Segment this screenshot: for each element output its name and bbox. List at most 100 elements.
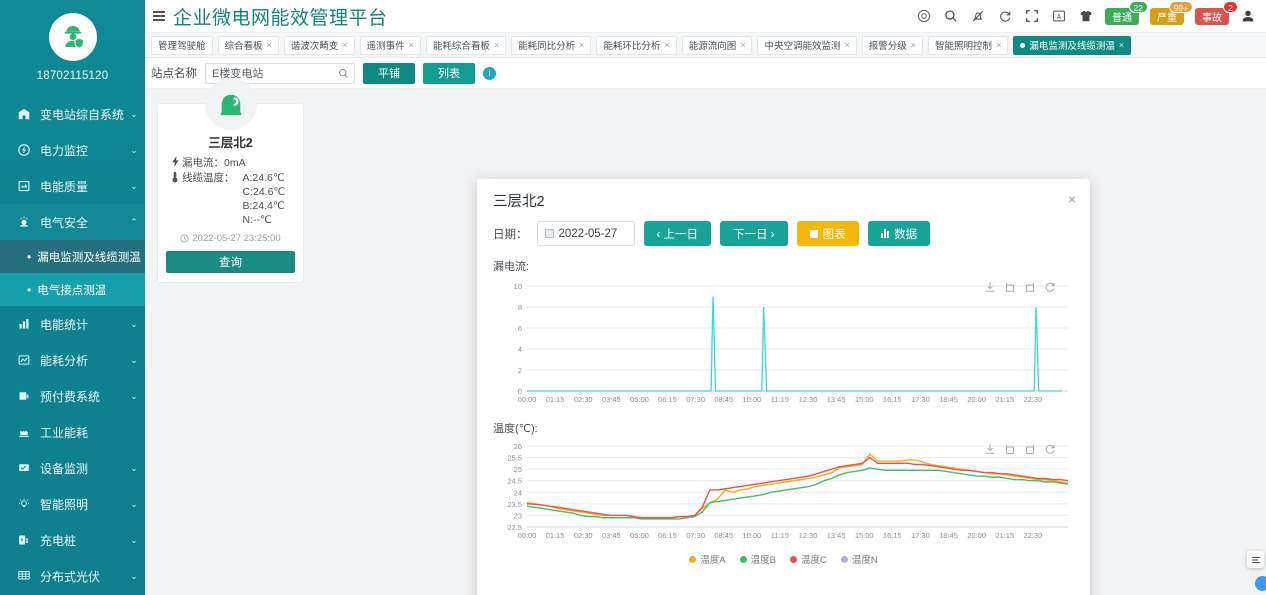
tab-comprehensive-board[interactable]: 综合看板 × xyxy=(218,36,279,55)
svg-text:12:30: 12:30 xyxy=(799,531,818,540)
svg-text:4: 4 xyxy=(518,345,522,354)
legend-item-temp-b[interactable]: 温度B xyxy=(740,552,776,566)
close-icon[interactable]: × xyxy=(664,40,669,50)
cable-temperature-label: 线缆温度： xyxy=(182,171,235,227)
svg-text:22:30: 22:30 xyxy=(1023,531,1042,540)
chart-view-button[interactable]: 图表 xyxy=(797,221,859,246)
alarm-badge-accident[interactable]: 事故 2 xyxy=(1195,8,1229,25)
sidebar-item-electrical-safety[interactable]: 电气安全 ⌃ xyxy=(0,204,145,240)
close-icon[interactable]: × xyxy=(579,40,584,50)
alarm-badge-normal[interactable]: 普通 22 xyxy=(1105,8,1139,25)
hamburger-icon[interactable] xyxy=(153,11,165,21)
data-zoom-icon[interactable] xyxy=(1004,442,1016,454)
alarm-badge-label: 事故 xyxy=(1202,9,1222,24)
bar-chart-icon xyxy=(18,318,36,330)
next-day-button[interactable]: 下一日 › xyxy=(720,221,788,246)
sidebar-item-smart-lighting[interactable]: 智能照明 ⌄ xyxy=(0,486,145,522)
tab-label: 遥测事件 xyxy=(367,38,405,52)
close-icon[interactable]: × xyxy=(267,40,272,50)
sidebar-item-energy-analysis[interactable]: 能耗分析 ⌄ xyxy=(0,342,145,378)
floating-action-dot[interactable] xyxy=(1255,576,1266,591)
close-icon[interactable]: × xyxy=(342,40,347,50)
prev-day-button[interactable]: ‹ 上一日 xyxy=(644,221,712,246)
refresh-icon[interactable] xyxy=(997,8,1013,24)
sidebar-item-substation[interactable]: 变电站综自系统 ⌄ xyxy=(0,96,145,132)
search-icon[interactable] xyxy=(332,64,354,83)
close-icon[interactable]: × xyxy=(1119,40,1124,50)
tab-management-cockpit[interactable]: 管理驾驶舱 xyxy=(151,36,213,55)
modal-body: 日期： 2022-05-27 ‹ 上一日 下一日 › 图表 xyxy=(477,221,1090,566)
query-button[interactable]: 查询 xyxy=(166,251,295,273)
theme-shirt-icon[interactable] xyxy=(1078,8,1094,24)
electrical-safety-icon xyxy=(18,216,36,228)
leakage-chart[interactable]: 024681000:0001:1502:3003:4505:0006:1507:… xyxy=(493,276,1074,414)
data-zoom-icon[interactable] xyxy=(1004,280,1016,292)
sidebar-item-power-monitor[interactable]: 电力监控 ⌄ xyxy=(0,132,145,168)
svg-text:15:00: 15:00 xyxy=(855,395,874,404)
sidebar-subitem-leakage-cable-temp[interactable]: • 漏电监测及线缆测温 xyxy=(0,240,145,273)
help-circle-icon[interactable] xyxy=(916,8,932,24)
download-icon[interactable] xyxy=(984,280,996,292)
search-icon[interactable] xyxy=(943,8,959,24)
tab-smart-lighting-control[interactable]: 智能照明控制 × xyxy=(928,36,1008,55)
alarm-badge-severe[interactable]: 严重 99+ xyxy=(1150,8,1184,25)
tab-energy-mom[interactable]: 能耗环比分析 × xyxy=(596,36,676,55)
svg-text:10:00: 10:00 xyxy=(742,395,761,404)
tab-energy-yoy[interactable]: 能耗同比分析 × xyxy=(511,36,591,55)
zoom-restore-icon[interactable] xyxy=(1024,280,1036,292)
close-icon[interactable]: × xyxy=(494,40,499,50)
data-view-button[interactable]: 数据 xyxy=(868,221,931,246)
info-icon[interactable]: i xyxy=(483,67,496,80)
temperature-chart[interactable]: 22.52323.52424.52525.52600:0001:1502:300… xyxy=(493,438,1074,548)
legend-item-temp-c[interactable]: 温度C xyxy=(790,552,827,566)
language-icon[interactable]: A xyxy=(1051,8,1067,24)
floating-panel-toggle[interactable] xyxy=(1247,551,1264,568)
sidebar-item-label: 变电站综自系统 xyxy=(36,106,127,123)
close-icon[interactable]: × xyxy=(740,40,745,50)
svg-text:11:15: 11:15 xyxy=(771,531,789,540)
bell-muted-icon[interactable] xyxy=(970,8,986,24)
sidebar-item-label: 充电桩 xyxy=(36,532,127,549)
user-avatar-icon[interactable] xyxy=(1240,8,1256,24)
legend-item-temp-a[interactable]: 温度A xyxy=(689,552,725,566)
refresh-icon[interactable] xyxy=(1044,442,1056,454)
sidebar-item-label: 电能统计 xyxy=(36,316,127,333)
chevron-down-icon: ⌄ xyxy=(127,571,145,582)
avatar[interactable] xyxy=(49,13,97,61)
sidebar-item-prepay[interactable]: 预付费系统 ⌄ xyxy=(0,378,145,414)
tile-view-button[interactable]: 平铺 xyxy=(363,63,415,84)
svg-text:08:45: 08:45 xyxy=(714,395,733,404)
tab-energy-sankey[interactable]: 能源流向图 × xyxy=(682,36,753,55)
main-area: 企业微电网能效管理平台 A xyxy=(145,0,1266,595)
device-card[interactable]: 三层北2 漏电流：0mA 线缆温度： A:24.6℃ C:24.6℃ B xyxy=(157,103,304,283)
sidebar-item-power-quality[interactable]: 电能质量 ⌄ xyxy=(0,168,145,204)
sidebar-item-industrial-energy[interactable]: 工业能耗 xyxy=(0,414,145,450)
tab-harmonic-distortion[interactable]: 谐波次畸变 × xyxy=(284,36,355,55)
fullscreen-icon[interactable] xyxy=(1024,8,1040,24)
sidebar-subitem-contact-temp[interactable]: • 电气接点测温 xyxy=(0,273,145,306)
sidebar-item-charging-pile[interactable]: 充电桩 ⌄ xyxy=(0,522,145,558)
download-icon[interactable] xyxy=(984,442,996,454)
tab-energy-board[interactable]: 能耗综合看板 × xyxy=(426,36,506,55)
tab-telemetry-events[interactable]: 遥测事件 × xyxy=(360,36,421,55)
tab-leakage-monitoring[interactable]: 漏电监测及线缆测温 × xyxy=(1013,36,1131,55)
close-icon[interactable]: × xyxy=(996,40,1001,50)
svg-text:2: 2 xyxy=(518,366,522,375)
tab-alarm-grading[interactable]: 报警分级 × xyxy=(862,36,923,55)
sidebar-item-energy-statistics[interactable]: 电能统计 ⌄ xyxy=(0,306,145,342)
sidebar-item-device-monitor[interactable]: 设备监测 ⌄ xyxy=(0,450,145,486)
svg-text:07:30: 07:30 xyxy=(686,531,705,540)
close-icon[interactable]: × xyxy=(845,40,850,50)
close-icon[interactable]: × xyxy=(409,40,414,50)
refresh-icon[interactable] xyxy=(1044,280,1056,292)
legend-item-temp-n[interactable]: 温度N xyxy=(841,552,878,566)
close-icon[interactable]: × xyxy=(911,40,916,50)
zoom-restore-icon[interactable] xyxy=(1024,442,1036,454)
sidebar-item-distributed-pv[interactable]: 分布式光伏 ⌄ xyxy=(0,558,145,594)
svg-text:6: 6 xyxy=(518,324,522,333)
date-picker[interactable]: 2022-05-27 xyxy=(537,221,635,246)
list-view-button[interactable]: 列表 xyxy=(423,63,475,84)
sidebar-menu: 变电站综自系统 ⌄ 电力监控 ⌄ 电能质量 ⌄ xyxy=(0,96,145,595)
close-icon[interactable]: × xyxy=(1068,192,1076,206)
tab-hvac-efficiency[interactable]: 中央空调能效监测 × xyxy=(757,36,856,55)
